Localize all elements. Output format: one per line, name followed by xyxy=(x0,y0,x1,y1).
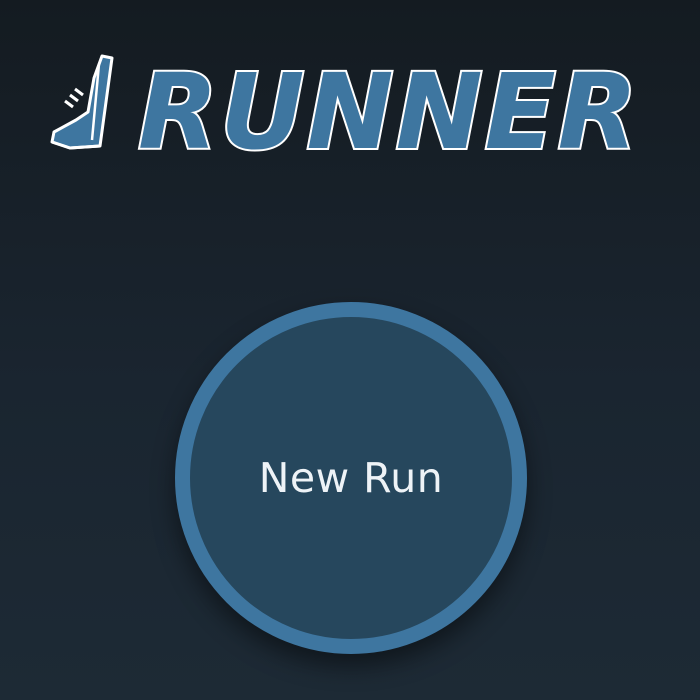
sneaker-icon xyxy=(50,54,114,150)
app-logo: RUNNER xyxy=(50,50,640,160)
app-header: RUNNER xyxy=(0,0,700,200)
new-run-label: New Run xyxy=(258,454,444,502)
new-run-button[interactable]: New Run xyxy=(175,302,527,654)
app-title: RUNNER xyxy=(138,51,640,160)
